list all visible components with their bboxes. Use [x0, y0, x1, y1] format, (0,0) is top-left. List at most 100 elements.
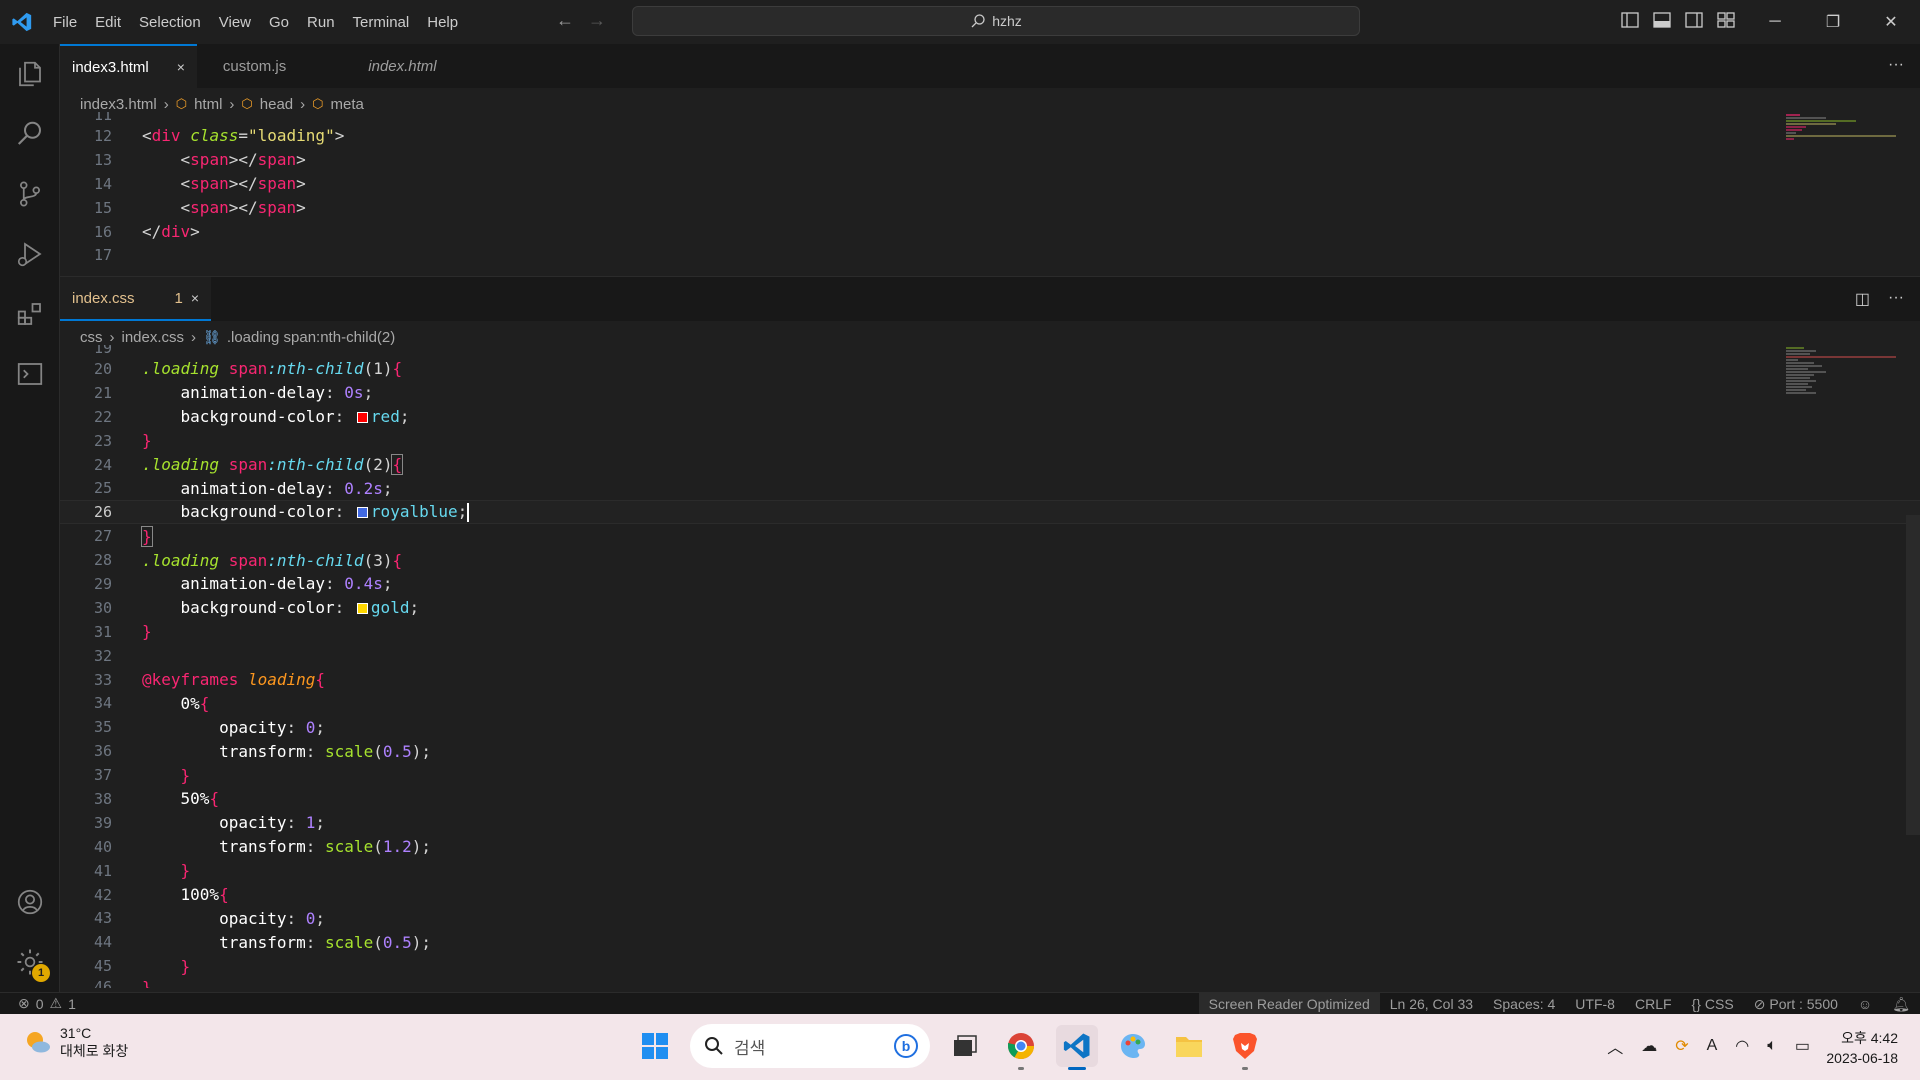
start-button[interactable]: [634, 1025, 676, 1067]
source-control-icon[interactable]: [0, 164, 60, 224]
close-tab-icon[interactable]: ×: [191, 290, 199, 306]
tab-index3-html[interactable]: index3.html ×: [60, 44, 197, 88]
tab-index-html[interactable]: index.html: [298, 44, 448, 88]
indentation[interactable]: Spaces: 4: [1483, 993, 1565, 1015]
line-number: 27: [93, 527, 112, 546]
code-text: }: [180, 956, 191, 976]
menu-help[interactable]: Help: [418, 14, 467, 31]
breadcrumb-item[interactable]: index.css: [122, 329, 185, 346]
clock[interactable]: 오후 4:42 2023-06-18: [1826, 1028, 1898, 1068]
bing-icon: b: [894, 1034, 918, 1058]
brave-browser-icon[interactable]: [1224, 1025, 1266, 1070]
command-center-search[interactable]: hzhz: [632, 6, 1360, 36]
sync-icon[interactable]: ⟳: [1675, 1036, 1688, 1056]
customize-layout-icon[interactable]: [1716, 10, 1736, 30]
line-number: 33: [93, 670, 112, 689]
forward-arrow-icon[interactable]: →: [588, 10, 606, 31]
menu-edit[interactable]: Edit: [86, 14, 130, 31]
toggle-secondary-sidebar-icon[interactable]: [1684, 10, 1704, 30]
search-view-icon[interactable]: [0, 104, 60, 164]
code-text: transform: scale(0.5);: [219, 741, 432, 761]
chevron-right-icon: ›: [109, 328, 115, 346]
layout-controls: [1620, 10, 1736, 30]
braces-icon: {}: [1691, 996, 1701, 1012]
menu-selection[interactable]: Selection: [130, 14, 210, 31]
line-number: 38: [93, 789, 112, 808]
toggle-panel-icon[interactable]: [1652, 10, 1672, 30]
more-actions-icon[interactable]: ···: [1888, 56, 1904, 74]
weather-widget[interactable]: 31°C 대체로 화창: [22, 1024, 128, 1060]
menu-go[interactable]: Go: [260, 14, 298, 31]
breadcrumb-item[interactable]: index3.html: [80, 96, 157, 113]
minimize-icon[interactable]: ─: [1746, 0, 1804, 44]
color-swatch-red[interactable]: [356, 412, 368, 424]
menu-file[interactable]: File: [44, 14, 86, 31]
ime-icon[interactable]: A: [1707, 1037, 1718, 1055]
problems-indicator[interactable]: ⊗ 0 ⚠ 1: [0, 995, 76, 1012]
menu-run[interactable]: Run: [298, 14, 344, 31]
code-editor-html[interactable]: 11 12 <div class="loading"> 13 <span></s…: [60, 112, 1920, 267]
breadcrumb-item[interactable]: meta: [331, 96, 364, 113]
volume-icon[interactable]: 🔈︎: [1767, 1037, 1777, 1055]
run-debug-icon[interactable]: [0, 224, 60, 284]
feedback-icon[interactable]: ☺: [1848, 993, 1882, 1015]
line-number: 24: [93, 455, 112, 474]
breadcrumb-item[interactable]: css: [80, 329, 103, 346]
tab-actions: ◫ ···: [1855, 289, 1904, 309]
onedrive-cloud-icon[interactable]: ☁: [1641, 1036, 1657, 1056]
paint-app-icon[interactable]: [1112, 1025, 1154, 1067]
remote-terminal-icon[interactable]: [0, 344, 60, 404]
vertical-scrollbar[interactable]: [1906, 515, 1920, 835]
menu-terminal[interactable]: Terminal: [344, 14, 419, 31]
accounts-icon[interactable]: [0, 872, 60, 932]
breadcrumb-item[interactable]: head: [260, 96, 293, 113]
tab-index-css[interactable]: index.css 1 ×: [60, 277, 212, 321]
color-swatch-gold[interactable]: [356, 603, 368, 615]
back-arrow-icon[interactable]: ←: [556, 10, 574, 31]
split-editor-icon[interactable]: ◫: [1855, 289, 1870, 309]
task-view-icon[interactable]: [944, 1025, 986, 1067]
code-line: 34 0%{: [60, 691, 1920, 715]
more-actions-icon[interactable]: ···: [1888, 289, 1904, 309]
code-text: .loading span:nth-child(3){: [142, 550, 403, 570]
close-tab-icon[interactable]: ×: [177, 59, 185, 75]
minimap-top[interactable]: [1786, 114, 1906, 141]
tab-custom-js[interactable]: custom.js: [197, 44, 298, 88]
search-icon: [971, 14, 985, 28]
chevron-right-icon: ›: [300, 95, 306, 113]
color-swatch-royalblue[interactable]: [356, 507, 368, 519]
line-number: 23: [93, 431, 112, 450]
end-of-line[interactable]: CRLF: [1625, 993, 1682, 1015]
manage-gear-icon[interactable]: 1: [0, 932, 60, 992]
wifi-icon[interactable]: ◠: [1735, 1036, 1749, 1056]
chrome-icon[interactable]: [1000, 1025, 1042, 1070]
code-text: background-color: gold;: [180, 598, 420, 618]
windows-logo-icon: [642, 1033, 668, 1059]
file-explorer-icon[interactable]: [1168, 1025, 1210, 1067]
breadcrumb-item[interactable]: html: [194, 96, 222, 113]
line-number: 25: [93, 479, 112, 498]
code-line: 21 animation-delay: 0s;: [60, 381, 1920, 405]
close-window-icon[interactable]: ✕: [1862, 0, 1920, 44]
battery-icon[interactable]: ▭: [1795, 1036, 1810, 1056]
live-server-port[interactable]: ⊘ Port : 5500: [1744, 993, 1848, 1015]
language-mode[interactable]: {} CSS: [1682, 993, 1744, 1015]
minimap-bottom[interactable]: [1786, 347, 1906, 395]
explorer-icon[interactable]: [0, 44, 60, 104]
menu-view[interactable]: View: [210, 14, 260, 31]
line-number: 12: [93, 126, 112, 145]
encoding[interactable]: UTF-8: [1565, 993, 1625, 1015]
running-indicator: [1242, 1067, 1248, 1070]
code-editor-css[interactable]: 19 20 .loading span:nth-child(1){ 21 anim…: [60, 345, 1920, 988]
breadcrumb-item[interactable]: .loading span:nth-child(2): [227, 329, 395, 346]
vscode-taskbar-icon[interactable]: [1056, 1025, 1098, 1070]
notifications-bell-icon[interactable]: 🔔︎: [1882, 993, 1920, 1015]
toggle-primary-sidebar-icon[interactable]: [1620, 10, 1640, 30]
cursor-position[interactable]: Ln 26, Col 33: [1380, 993, 1483, 1015]
extensions-icon[interactable]: [0, 284, 60, 344]
chevron-up-icon[interactable]: ︿: [1607, 1034, 1623, 1058]
restore-icon[interactable]: ❐: [1804, 0, 1862, 44]
screen-reader-status[interactable]: Screen Reader Optimized: [1198, 993, 1380, 1015]
taskbar-search[interactable]: 검색 b: [690, 1024, 930, 1068]
code-text: transform: scale(1.2);: [219, 837, 432, 857]
